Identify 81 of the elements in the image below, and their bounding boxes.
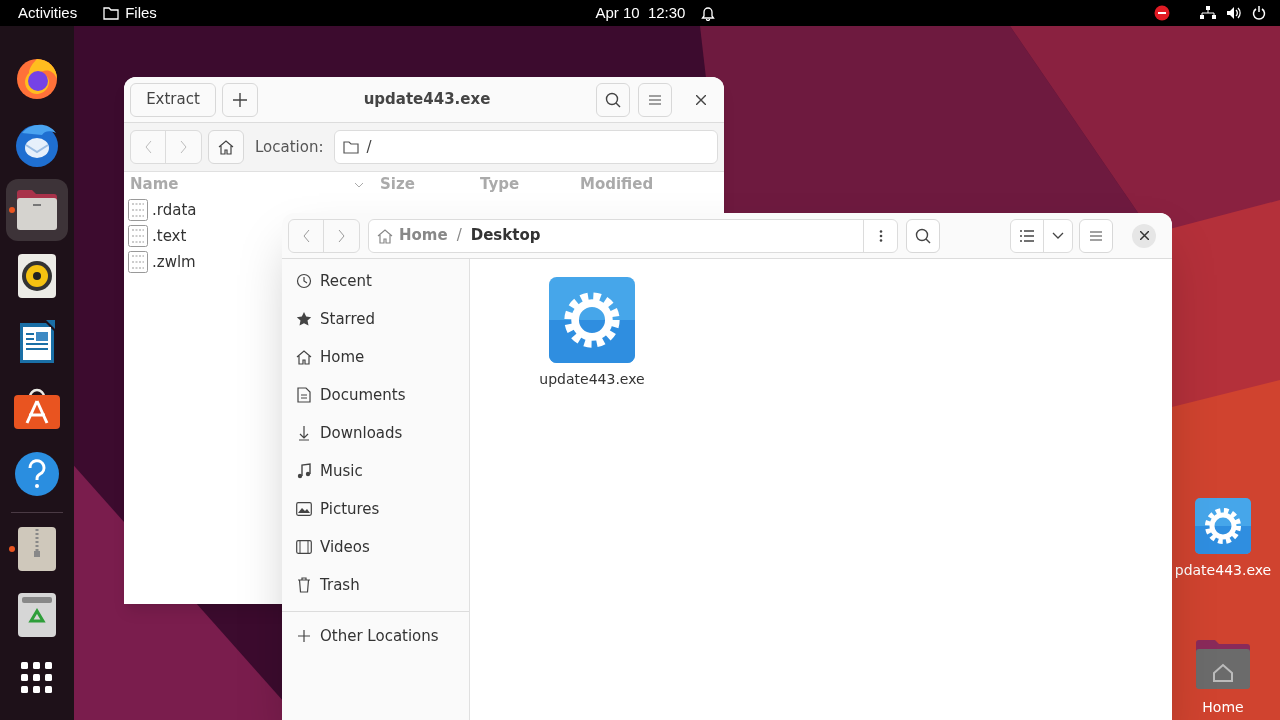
menu-icon — [649, 94, 661, 105]
list-icon — [1020, 229, 1034, 242]
menu-icon — [1090, 230, 1102, 241]
document-icon — [297, 387, 311, 403]
sidebar-item[interactable]: Documents — [282, 376, 469, 414]
plus-icon — [298, 630, 310, 642]
activities-button[interactable]: Activities — [18, 1, 78, 25]
file-name[interactable]: .zwlm — [152, 250, 196, 274]
clock-icon — [296, 273, 312, 289]
desktop-icon-label[interactable]: pdate443.exe — [1174, 560, 1272, 581]
network-icon[interactable] — [1200, 6, 1216, 20]
vertical-dots-icon — [878, 229, 883, 242]
chevron-down-icon — [1052, 232, 1064, 239]
picture-icon — [296, 502, 312, 516]
plus-icon — [233, 92, 247, 107]
sidebar-item[interactable]: Other Locations — [282, 619, 469, 653]
window-title: update443.exe — [363, 89, 491, 111]
recycle-bin-icon — [18, 593, 56, 637]
location-label: Location: — [255, 136, 324, 158]
home-button[interactable] — [208, 130, 244, 164]
sort-chevron-icon — [354, 181, 364, 188]
folder-launcher[interactable] — [6, 179, 68, 241]
binary-file-icon — [128, 251, 148, 273]
file-item[interactable]: update443.exe — [522, 277, 662, 390]
gear-file-icon — [549, 277, 635, 363]
power-icon[interactable] — [1252, 6, 1266, 20]
document-icon — [18, 319, 56, 365]
chevron-left-icon — [144, 140, 152, 154]
zipper-box-icon — [18, 527, 56, 571]
home-icon — [377, 227, 393, 244]
folder-icon — [342, 140, 359, 154]
sidebar-item[interactable]: Home — [282, 338, 469, 376]
film-icon — [296, 540, 312, 554]
home-folder-icon — [1194, 639, 1252, 691]
music-note-icon — [296, 463, 312, 479]
path-separator: / — [456, 225, 462, 247]
clock[interactable]: Apr 10 12:30 — [595, 1, 686, 25]
shopping-bag-icon — [14, 387, 60, 429]
binary-file-icon — [128, 225, 148, 247]
star-icon — [296, 311, 312, 327]
binary-file-icon — [128, 199, 148, 221]
search-icon — [605, 91, 621, 108]
home-icon — [296, 349, 312, 365]
close-icon — [696, 94, 706, 105]
search-button[interactable] — [596, 82, 630, 117]
trash-icon — [297, 577, 311, 593]
bell-icon — [701, 5, 716, 21]
chevron-left-icon — [302, 228, 310, 243]
app-grid-icon[interactable] — [21, 662, 53, 694]
search-button[interactable] — [906, 218, 940, 253]
chevron-right-icon — [180, 140, 187, 154]
home-icon — [218, 139, 234, 155]
add-button[interactable] — [222, 82, 258, 117]
do-not-disturb-icon[interactable] — [1154, 5, 1170, 21]
sidebar-item[interactable]: Trash — [282, 566, 469, 604]
sidebar-item[interactable]: Pictures — [282, 490, 469, 528]
gear-file-icon — [1195, 498, 1251, 554]
download-icon — [297, 425, 311, 441]
sidebar-item[interactable]: Recent — [282, 262, 469, 300]
breadcrumb[interactable]: Home — [399, 224, 448, 247]
sidebar-item[interactable]: Music — [282, 452, 469, 490]
extract-button[interactable]: Extract — [130, 82, 216, 117]
folder-icon — [103, 6, 120, 20]
search-icon — [915, 227, 931, 244]
chevron-right-icon — [338, 228, 345, 243]
sidebar-item[interactable]: Starred — [282, 300, 469, 338]
location-field[interactable]: / — [333, 130, 718, 164]
app-menu[interactable]: Files — [125, 1, 157, 25]
folder-icon — [15, 189, 59, 231]
menu-button[interactable] — [1079, 218, 1113, 253]
file-name[interactable]: .rdata — [152, 198, 197, 222]
volume-icon[interactable] — [1226, 6, 1242, 20]
sidebar-item[interactable]: Downloads — [282, 414, 469, 452]
sidebar-item[interactable]: Videos — [282, 528, 469, 566]
speaker-icon — [18, 254, 56, 298]
file-name[interactable]: .text — [152, 224, 187, 248]
close-icon — [1139, 231, 1149, 240]
breadcrumb[interactable]: Desktop — [470, 224, 541, 247]
desktop-icon-label[interactable]: Home — [1202, 697, 1244, 718]
close-button[interactable] — [1132, 223, 1156, 248]
help-icon — [14, 451, 60, 497]
